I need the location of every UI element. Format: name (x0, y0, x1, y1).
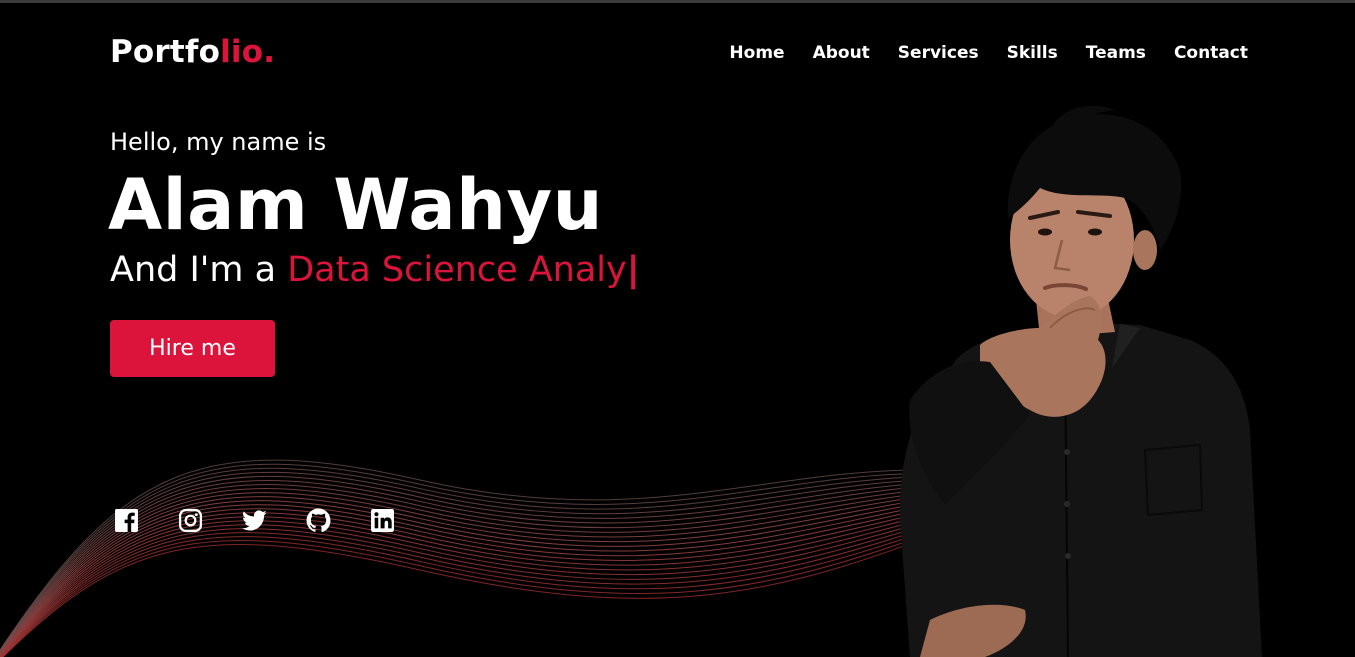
browser-top-border (0, 0, 1355, 3)
hero-page: Portfolio. Home About Services Skills Te… (0, 0, 1355, 657)
typing-cursor: | (626, 250, 640, 290)
hero-greeting: Hello, my name is (110, 128, 327, 156)
nav-link-teams[interactable]: Teams (1086, 43, 1146, 63)
nav-link-about[interactable]: About (813, 43, 870, 63)
main-navigation: Home About Services Skills Teams Contact (729, 43, 1248, 63)
site-logo[interactable]: Portfolio. (110, 34, 275, 70)
nav-link-skills[interactable]: Skills (1007, 43, 1058, 63)
role-typed-text: Data Science Analy (287, 250, 627, 290)
wave-line (2, 539, 920, 657)
role-prefix: And I'm a (110, 250, 288, 290)
nav-link-home[interactable]: Home (729, 43, 784, 63)
hero-role-line: And I'm a Data Science Analy| (110, 250, 640, 290)
nav-link-contact[interactable]: Contact (1174, 43, 1248, 63)
social-links (114, 508, 395, 533)
profile-photo (899, 105, 1262, 657)
hire-me-button[interactable]: Hire me (110, 320, 275, 377)
wave-lines-decoration (0, 459, 920, 657)
logo-accent-text: lio. (220, 34, 276, 70)
github-icon[interactable] (306, 508, 331, 533)
hero-name: Alam Wahyu (108, 164, 603, 246)
linkedin-icon[interactable] (370, 508, 395, 533)
facebook-icon[interactable] (114, 508, 139, 533)
twitter-icon[interactable] (242, 508, 267, 533)
wave-line (1, 536, 920, 657)
nav-link-services[interactable]: Services (898, 43, 979, 63)
instagram-icon[interactable] (178, 508, 203, 533)
logo-main-text: Portfo (110, 34, 221, 70)
wave-line (0, 516, 920, 657)
